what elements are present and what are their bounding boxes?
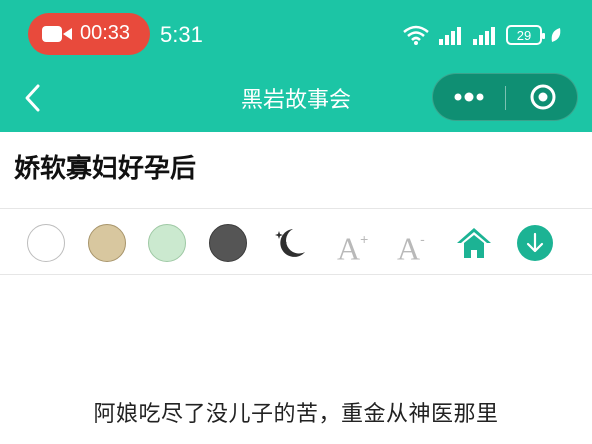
font-increase-letter: A (337, 230, 361, 267)
mini-program-capsule (432, 73, 578, 121)
font-increase-sign: + (360, 231, 369, 247)
home-button[interactable] (455, 224, 493, 262)
target-circle-icon (530, 84, 556, 110)
more-dots-icon (454, 92, 484, 102)
article-body-line: 阿娘吃尽了没儿子的苦，重金从神医那里 (93, 402, 499, 427)
status-icons: 29 (402, 22, 562, 48)
moon-stars-icon (275, 229, 305, 257)
screen-record-indicator[interactable]: 00:33 (28, 13, 150, 55)
font-increase-button[interactable]: A+ (337, 224, 375, 267)
capsule-divider (505, 86, 506, 110)
home-icon (457, 228, 491, 258)
battery-icon: 29 (506, 25, 545, 45)
video-camera-icon (42, 26, 72, 42)
reader-toolbar: A+ A- (0, 222, 592, 267)
leaf-icon (551, 28, 561, 42)
more-button[interactable] (433, 74, 505, 120)
swatch-dark-gray[interactable] (209, 224, 247, 262)
clock: 5:31 (160, 22, 203, 47)
signal-2-icon (473, 27, 495, 45)
close-button[interactable] (507, 74, 579, 120)
swatch-tan[interactable] (88, 224, 126, 262)
scroll-down-button[interactable] (516, 224, 554, 262)
font-decrease-button[interactable]: A- (397, 224, 435, 267)
night-mode-button[interactable] (271, 224, 309, 262)
article-title: 娇软寡妇好孕后 (14, 154, 197, 184)
swatch-mint[interactable] (148, 224, 186, 262)
app-header: 00:33 5:31 29 黑岩故事会 (0, 0, 592, 132)
arrow-down-circle-icon (517, 225, 553, 261)
signal-1-icon (439, 27, 461, 45)
record-time: 00:33 (80, 22, 131, 44)
divider (0, 208, 592, 209)
swatch-white[interactable] (27, 224, 65, 262)
font-decrease-letter: A (397, 230, 421, 267)
font-decrease-sign: - (420, 231, 425, 247)
divider (0, 274, 592, 275)
wifi-icon (403, 25, 429, 45)
battery-level: 29 (516, 27, 532, 43)
